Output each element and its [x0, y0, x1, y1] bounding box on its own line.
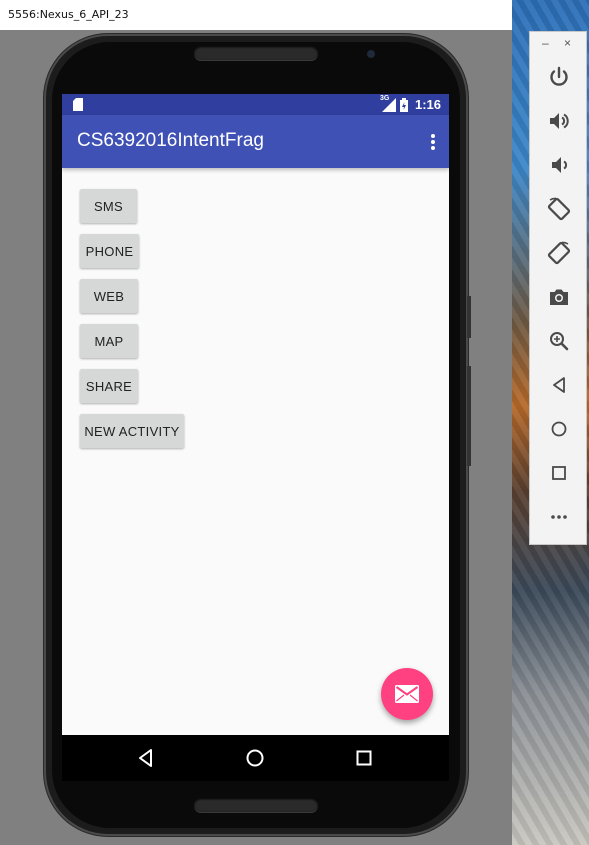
- map-button[interactable]: MAP: [80, 324, 138, 358]
- signal-icon: 3G: [379, 94, 396, 112]
- minimize-button[interactable]: –: [542, 36, 549, 50]
- rotate-left-icon[interactable]: [547, 197, 571, 221]
- device-screen: 3G 1:16 CS6392016IntentFrag SMS PHONE WE…: [62, 94, 449, 735]
- overflow-menu-icon[interactable]: [430, 133, 436, 151]
- battery-icon: [399, 97, 408, 112]
- recents-icon[interactable]: [354, 748, 374, 768]
- email-icon: [395, 685, 419, 703]
- sms-button[interactable]: SMS: [80, 189, 137, 223]
- network-type: 3G: [379, 94, 390, 102]
- email-fab[interactable]: [381, 668, 433, 720]
- more-icon[interactable]: [547, 505, 571, 529]
- bottom-speaker: [194, 798, 318, 812]
- close-button[interactable]: ×: [564, 36, 571, 50]
- app-title: CS6392016IntentFrag: [77, 130, 264, 151]
- phone-button[interactable]: PHONE: [80, 234, 139, 268]
- front-camera: [367, 50, 375, 58]
- overview-icon[interactable]: [547, 461, 571, 485]
- status-bar: 3G 1:16: [62, 94, 449, 115]
- camera-icon[interactable]: [547, 285, 571, 309]
- volume-side-button[interactable]: [467, 366, 471, 466]
- window-title-bar: 5556:Nexus_6_API_23: [0, 0, 512, 30]
- back-icon[interactable]: [547, 373, 571, 397]
- volume-up-icon[interactable]: [547, 109, 571, 133]
- power-side-button[interactable]: [467, 296, 471, 338]
- power-icon[interactable]: [547, 65, 571, 89]
- rotate-right-icon[interactable]: [547, 241, 571, 265]
- app-bar: CS6392016IntentFrag: [62, 115, 449, 168]
- volume-down-icon[interactable]: [547, 153, 571, 177]
- top-speaker: [194, 46, 318, 60]
- web-button[interactable]: WEB: [80, 279, 138, 313]
- share-button[interactable]: SHARE: [80, 369, 138, 403]
- zoom-icon[interactable]: [547, 329, 571, 353]
- new-activity-button[interactable]: NEW ACTIVITY: [80, 414, 184, 448]
- sd-card-icon: [73, 98, 83, 111]
- home-icon[interactable]: [547, 417, 571, 441]
- navigation-bar: [62, 735, 449, 781]
- home-icon[interactable]: [245, 748, 265, 768]
- back-icon[interactable]: [136, 748, 156, 768]
- emulator-toolbar: – ×: [529, 31, 587, 545]
- clock: 1:16: [414, 97, 441, 112]
- window-title: 5556:Nexus_6_API_23: [8, 8, 129, 21]
